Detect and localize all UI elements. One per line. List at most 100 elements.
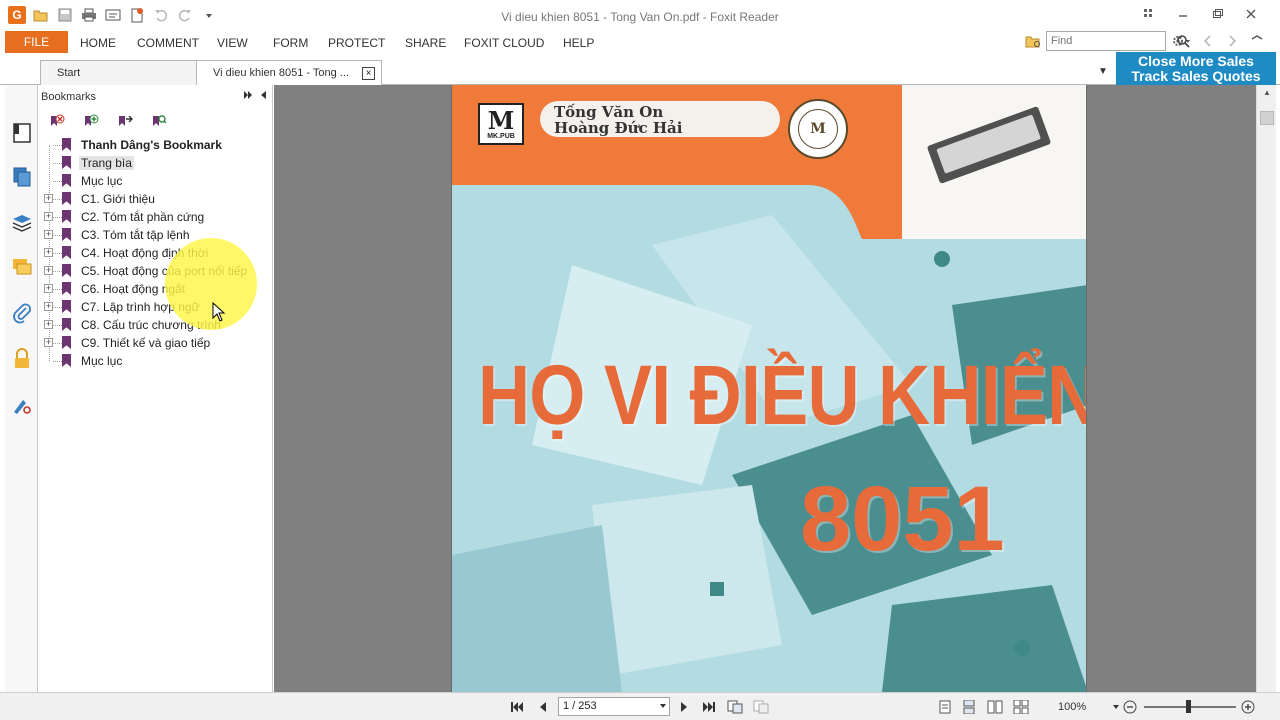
signatures-panel-icon[interactable] bbox=[10, 393, 34, 417]
pdf-page[interactable]: M MK.PUB Tống Văn On Hoàng Đức Hải M HỌ … bbox=[451, 85, 1087, 692]
bookmark-flag-icon bbox=[62, 318, 71, 331]
bookmarks-panel-icon[interactable] bbox=[10, 121, 34, 145]
page-dropdown-icon[interactable] bbox=[660, 704, 666, 708]
publisher-logo: M MK.PUB bbox=[478, 103, 524, 145]
find-folder-icon[interactable] bbox=[1024, 32, 1042, 50]
expand-plus-icon[interactable]: + bbox=[44, 266, 53, 275]
publisher-logo-text: MK.PUB bbox=[487, 132, 515, 140]
first-page-icon[interactable] bbox=[509, 699, 525, 715]
bookmark-item[interactable]: Trang bìa bbox=[38, 154, 273, 172]
continuous-facing-view-icon[interactable] bbox=[1013, 699, 1029, 715]
zoom-out-icon[interactable] bbox=[1122, 699, 1138, 715]
close-button[interactable] bbox=[1236, 4, 1266, 24]
expand-plus-icon[interactable]: + bbox=[44, 194, 53, 203]
bookmark-label: Trang bìa bbox=[79, 156, 134, 170]
bookmark-flag-icon bbox=[62, 264, 71, 277]
book-title: HỌ VI ĐIỀU KHIỂN bbox=[478, 348, 1087, 442]
pages-panel-icon[interactable] bbox=[10, 165, 34, 189]
bookmarks-header-buttons bbox=[243, 90, 267, 103]
expand-plus-icon[interactable]: + bbox=[44, 212, 53, 221]
menu-home[interactable]: HOME bbox=[80, 36, 116, 50]
previous-page-icon[interactable] bbox=[535, 699, 551, 715]
facing-view-icon[interactable] bbox=[987, 699, 1003, 715]
expand-plus-icon[interactable]: + bbox=[44, 338, 53, 347]
bookmark-label: C2. Tóm tắt phần cứng bbox=[81, 210, 205, 224]
layers-panel-icon[interactable] bbox=[10, 211, 34, 235]
minimize-button[interactable] bbox=[1168, 4, 1198, 24]
expand-panel-icon[interactable] bbox=[243, 90, 253, 103]
menu-form[interactable]: FORM bbox=[273, 36, 308, 50]
bookmark-label: C3. Tóm tắt tập lệnh bbox=[81, 228, 190, 242]
continuous-view-icon[interactable] bbox=[961, 699, 977, 715]
goto-bookmark-icon[interactable] bbox=[116, 113, 134, 131]
find-previous-icon[interactable] bbox=[1196, 35, 1218, 47]
zoom-slider-thumb[interactable] bbox=[1186, 700, 1191, 713]
bookmark-flag-icon bbox=[62, 336, 71, 349]
next-view-icon[interactable] bbox=[753, 699, 769, 715]
add-bookmark-icon[interactable] bbox=[82, 113, 100, 131]
document-view[interactable]: M MK.PUB Tống Văn On Hoàng Đức Hải M HỌ … bbox=[274, 85, 1256, 692]
bookmark-flag-icon bbox=[62, 300, 71, 313]
last-page-icon[interactable] bbox=[701, 699, 717, 715]
tab-close-icon[interactable]: × bbox=[362, 67, 375, 80]
tab-document-label: Vi dieu khien 8051 - Tong ... bbox=[213, 67, 349, 79]
zoom-level[interactable]: 100% bbox=[1058, 701, 1086, 713]
menu-foxit-cloud[interactable]: FOXIT CLOUD bbox=[464, 36, 544, 50]
restore-button[interactable] bbox=[1202, 4, 1232, 24]
zoom-in-icon[interactable] bbox=[1240, 699, 1256, 715]
bookmark-item[interactable]: Mục lục bbox=[38, 352, 273, 370]
bookmark-item[interactable]: + C2. Tóm tắt phần cứng bbox=[38, 208, 273, 226]
ribbon-toggle-icon[interactable] bbox=[1134, 4, 1164, 24]
bookmark-item[interactable]: + C3. Tóm tắt tập lệnh bbox=[38, 226, 273, 244]
expand-plus-icon[interactable]: + bbox=[44, 230, 53, 239]
tree-connector bbox=[53, 289, 62, 290]
bookmark-item[interactable]: Mục lục bbox=[38, 172, 273, 190]
vertical-scrollbar[interactable]: ▲ bbox=[1256, 85, 1276, 692]
tree-connector bbox=[53, 307, 62, 308]
attachments-panel-icon[interactable] bbox=[10, 301, 34, 325]
ad-dropdown-icon[interactable]: ▼ bbox=[1098, 66, 1108, 77]
delete-bookmark-icon[interactable] bbox=[48, 113, 66, 131]
find-area bbox=[1024, 31, 1266, 51]
next-page-icon[interactable] bbox=[676, 699, 692, 715]
expand-plus-icon[interactable]: + bbox=[44, 284, 53, 293]
menu-protect[interactable]: PROTECT bbox=[328, 36, 385, 50]
comments-panel-icon[interactable] bbox=[10, 255, 34, 279]
bookmark-item[interactable]: Thanh Dâng's Bookmark bbox=[38, 136, 273, 154]
security-panel-icon[interactable] bbox=[10, 347, 34, 371]
window-controls bbox=[1134, 4, 1266, 24]
expand-plus-icon[interactable]: + bbox=[44, 248, 53, 257]
previous-view-icon[interactable] bbox=[727, 699, 743, 715]
single-page-view-icon[interactable] bbox=[937, 699, 953, 715]
scrollbar-thumb[interactable] bbox=[1260, 111, 1274, 125]
document-tab-strip: Start Vi dieu khien 8051 - Tong ... × bbox=[0, 56, 1280, 85]
bookmark-item[interactable]: + C9. Thiết kế và giao tiếp bbox=[38, 334, 273, 352]
search-icon[interactable] bbox=[1176, 34, 1190, 51]
expand-plus-icon[interactable]: + bbox=[44, 302, 53, 311]
tab-start-label: Start bbox=[57, 67, 81, 79]
find-input[interactable] bbox=[1046, 31, 1166, 51]
bookmarks-title: Bookmarks bbox=[41, 91, 97, 103]
menu-help[interactable]: HELP bbox=[563, 36, 594, 50]
page-number-input[interactable]: 1 / 253 bbox=[558, 697, 670, 716]
bookmark-item[interactable]: + C1. Giới thiệu bbox=[38, 190, 273, 208]
tree-connector bbox=[53, 145, 62, 146]
find-options-icon[interactable] bbox=[1248, 35, 1266, 47]
authors-box: Tống Văn On Hoàng Đức Hải bbox=[540, 101, 780, 137]
find-next-icon[interactable] bbox=[1222, 35, 1244, 47]
bookmark-label: C9. Thiết kế và giao tiếp bbox=[81, 336, 211, 350]
collapse-panel-icon[interactable] bbox=[259, 90, 267, 103]
scroll-up-arrow-icon[interactable]: ▲ bbox=[1257, 85, 1277, 99]
menu-view[interactable]: VIEW bbox=[217, 36, 248, 50]
publisher-seal: M bbox=[788, 99, 848, 159]
file-menu-button[interactable]: FILE bbox=[5, 31, 68, 53]
tab-document[interactable]: Vi dieu khien 8051 - Tong ... × bbox=[196, 60, 382, 85]
bookmarks-toolbar bbox=[48, 113, 168, 131]
tree-connector bbox=[53, 217, 62, 218]
find-bookmark-icon[interactable] bbox=[150, 113, 168, 131]
ad-banner[interactable]: Close More Sales Track Sales Quotes bbox=[1116, 52, 1276, 85]
menu-comment[interactable]: COMMENT bbox=[137, 36, 199, 50]
tab-start[interactable]: Start bbox=[40, 60, 198, 85]
expand-plus-icon[interactable]: + bbox=[44, 320, 53, 329]
menu-share[interactable]: SHARE bbox=[405, 36, 446, 50]
